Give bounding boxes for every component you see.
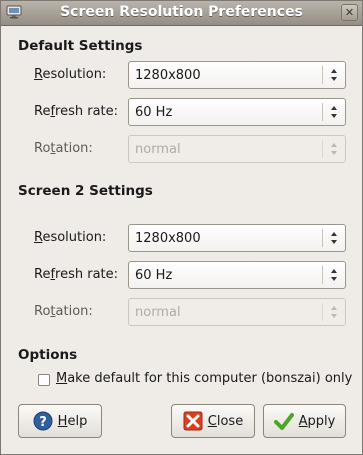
screen2-rotation-combo: normal bbox=[128, 298, 346, 326]
close-red-x-icon bbox=[183, 411, 203, 431]
combo-separator bbox=[322, 266, 323, 284]
monitor-icon[interactable] bbox=[6, 5, 22, 19]
rotation-combo: normal bbox=[128, 135, 346, 163]
close-icon[interactable]: ✕ bbox=[341, 4, 358, 21]
default-settings-heading: Default Settings bbox=[18, 38, 143, 54]
combo-separator bbox=[322, 229, 323, 247]
updown-arrows-icon bbox=[331, 143, 337, 155]
resolution-value: 1280x800 bbox=[135, 68, 201, 83]
refresh-rate-label: Refresh rate: bbox=[34, 104, 119, 119]
updown-arrows-icon bbox=[331, 269, 337, 281]
options-heading: Options bbox=[18, 347, 78, 363]
screen2-resolution-value: 1280x800 bbox=[135, 231, 201, 246]
updown-arrows-icon bbox=[331, 306, 337, 318]
rotation-value: normal bbox=[135, 142, 181, 157]
apply-button-label: Apply bbox=[298, 413, 336, 429]
rotation-label: Rotation: bbox=[34, 141, 93, 156]
resolution-label: Resolution: bbox=[34, 67, 107, 82]
close-button[interactable]: Close bbox=[171, 404, 255, 438]
updown-arrows-icon bbox=[331, 69, 337, 81]
refresh-rate-value: 60 Hz bbox=[135, 105, 173, 120]
help-icon: ? bbox=[33, 411, 53, 431]
preferences-window: Screen Resolution Preferences ✕ Default … bbox=[0, 0, 363, 455]
resolution-combo[interactable]: 1280x800 bbox=[128, 61, 346, 89]
refresh-rate-combo[interactable]: 60 Hz bbox=[128, 98, 346, 126]
apply-button[interactable]: Apply bbox=[263, 404, 346, 438]
make-default-label[interactable]: Make default for this computer (bonszai)… bbox=[56, 371, 352, 386]
window-title: Screen Resolution Preferences bbox=[60, 4, 303, 20]
close-button-label: Close bbox=[207, 413, 244, 429]
combo-separator bbox=[322, 66, 323, 84]
screen2-refresh-rate-value: 60 Hz bbox=[135, 268, 173, 283]
make-default-checkbox[interactable] bbox=[38, 374, 50, 386]
combo-separator bbox=[322, 303, 323, 321]
screen2-resolution-combo[interactable]: 1280x800 bbox=[128, 224, 346, 252]
help-button-label: Help bbox=[57, 413, 88, 429]
updown-arrows-icon bbox=[331, 106, 337, 118]
checkmark-icon bbox=[273, 413, 294, 430]
combo-separator bbox=[322, 103, 323, 121]
screen2-settings-heading: Screen 2 Settings bbox=[18, 183, 153, 199]
screen2-refresh-rate-combo[interactable]: 60 Hz bbox=[128, 261, 346, 289]
updown-arrows-icon bbox=[331, 232, 337, 244]
title-bar[interactable]: Screen Resolution Preferences ✕ bbox=[1, 1, 362, 26]
screen2-refresh-rate-label: Refresh rate: bbox=[34, 267, 119, 282]
screen2-rotation-value: normal bbox=[135, 305, 181, 320]
screen2-rotation-label: Rotation: bbox=[34, 304, 93, 319]
help-button[interactable]: ? Help bbox=[18, 404, 102, 438]
screen2-resolution-label: Resolution: bbox=[34, 230, 107, 245]
svg-text:?: ? bbox=[39, 415, 47, 430]
combo-separator bbox=[322, 140, 323, 158]
